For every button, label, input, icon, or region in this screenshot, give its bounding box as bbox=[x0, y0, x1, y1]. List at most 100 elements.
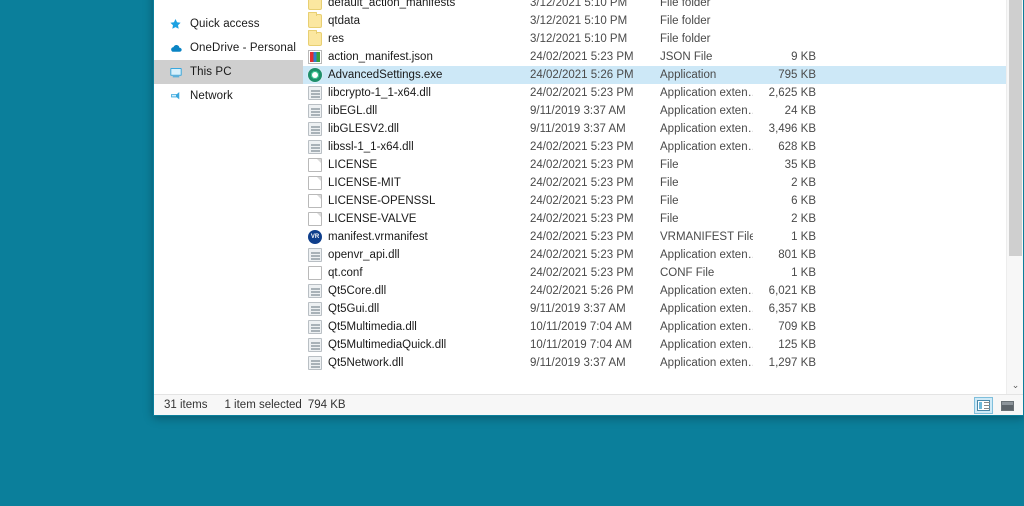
file-date-cell: 24/02/2021 5:23 PM bbox=[530, 87, 634, 99]
file-type-cell: Application exten… bbox=[660, 141, 753, 153]
file-date-cell: 9/11/2019 3:37 AM bbox=[530, 357, 626, 369]
file-type-cell: File folder bbox=[660, 15, 711, 27]
window-body: Quick access OneDrive - Personal This PC… bbox=[154, 0, 1023, 394]
sidebar-item-label: OneDrive - Personal bbox=[190, 42, 297, 54]
file-size-cell: 6,357 KB bbox=[768, 303, 816, 315]
table-row[interactable]: res 3/12/2021 5:10 PM File folder bbox=[303, 30, 1006, 48]
file-size-cell: 1 KB bbox=[791, 231, 816, 243]
table-row[interactable]: VR manifest.vrmanifest 24/02/2021 5:23 PM V… bbox=[303, 228, 1006, 246]
table-row[interactable]: LICENSE 24/02/2021 5:23 PM File 35 KB bbox=[303, 156, 1006, 174]
sidebar-item-network[interactable]: Network bbox=[154, 84, 303, 108]
table-row[interactable]: default_action_manifests 3/12/2021 5:10 P… bbox=[303, 0, 1006, 12]
file-type-cell: Application exten… bbox=[660, 285, 753, 297]
table-row[interactable]: libGLESV2.dll 9/11/2019 3:37 AM Applicatio… bbox=[303, 120, 1006, 138]
file-date-cell: 3/12/2021 5:10 PM bbox=[530, 15, 628, 27]
sidebar-item-label: Network bbox=[190, 90, 233, 102]
file-type-cell: Application bbox=[660, 69, 717, 81]
table-row[interactable]: LICENSE-VALVE 24/02/2021 5:23 PM File 2 KB bbox=[303, 210, 1006, 228]
table-row[interactable]: Qt5MultimediaQuick.dll 10/11/2019 7:04 AM… bbox=[303, 336, 1006, 354]
star-icon bbox=[168, 17, 183, 32]
file-type-cell: File folder bbox=[660, 0, 711, 9]
scrollbar-thumb[interactable] bbox=[1009, 0, 1022, 256]
file-name-cell: libssl-1_1-x64.dll bbox=[303, 138, 522, 156]
file-name-cell: Qt5Network.dll bbox=[303, 354, 522, 372]
file-name-cell: Qt5MultimediaQuick.dll bbox=[303, 336, 522, 354]
file-date-cell: 24/02/2021 5:23 PM bbox=[530, 231, 634, 243]
sidebar-item-quick-access[interactable]: Quick access bbox=[154, 12, 303, 36]
file-explorer-window: Quick access OneDrive - Personal This PC… bbox=[153, 0, 1024, 416]
details-view-button[interactable] bbox=[974, 397, 993, 414]
file-size-cell: 3,496 KB bbox=[768, 123, 816, 135]
file-size-cell: 2 KB bbox=[791, 177, 816, 189]
file-type-cell: File bbox=[660, 177, 679, 189]
table-row[interactable]: libEGL.dll 9/11/2019 3:37 AM Application e… bbox=[303, 102, 1006, 120]
file-name-label: libEGL.dll bbox=[328, 105, 378, 117]
dll-icon bbox=[308, 104, 322, 118]
file-type-cell: Application exten… bbox=[660, 339, 753, 351]
table-row[interactable]: openvr_api.dll 24/02/2021 5:23 PM Applicat… bbox=[303, 246, 1006, 264]
table-row[interactable]: Qt5Gui.dll 9/11/2019 3:37 AM Application e… bbox=[303, 300, 1006, 318]
file-name-cell: LICENSE-MIT bbox=[303, 174, 522, 192]
file-size-cell: 2 KB bbox=[791, 213, 816, 225]
table-row[interactable]: LICENSE-OPENSSL 24/02/2021 5:23 PM File 6 K… bbox=[303, 192, 1006, 210]
file-name-label: openvr_api.dll bbox=[328, 249, 400, 261]
file-type-cell: VRMANIFEST File bbox=[660, 231, 753, 243]
sidebar-item-label: This PC bbox=[190, 66, 232, 78]
file-size-cell: 628 KB bbox=[778, 141, 816, 153]
dll-icon bbox=[308, 302, 322, 316]
file-name-label: qt.conf bbox=[328, 267, 363, 279]
file-name-label: libcrypto-1_1-x64.dll bbox=[328, 87, 431, 99]
file-name-label: Qt5MultimediaQuick.dll bbox=[328, 339, 447, 351]
large-icons-view-button[interactable] bbox=[998, 397, 1017, 414]
gear-app-icon bbox=[308, 68, 322, 82]
table-row[interactable]: libcrypto-1_1-x64.dll 24/02/2021 5:23 PM A… bbox=[303, 84, 1006, 102]
file-type-cell: File bbox=[660, 213, 679, 225]
table-row[interactable]: LICENSE-MIT 24/02/2021 5:23 PM File 2 KB bbox=[303, 174, 1006, 192]
vr-manifest-icon: VR bbox=[308, 230, 322, 244]
file-type-cell: Application exten… bbox=[660, 105, 753, 117]
dll-icon bbox=[308, 356, 322, 370]
file-date-cell: 24/02/2021 5:23 PM bbox=[530, 195, 634, 207]
file-date-cell: 24/02/2021 5:26 PM bbox=[530, 285, 634, 297]
dll-icon bbox=[308, 86, 322, 100]
table-row[interactable]: Qt5Multimedia.dll 10/11/2019 7:04 AM Appli… bbox=[303, 318, 1006, 336]
file-size-cell: 1 KB bbox=[791, 267, 816, 279]
file-date-cell: 10/11/2019 7:04 AM bbox=[530, 321, 633, 333]
file-type-cell: Application exten… bbox=[660, 357, 753, 369]
sidebar-item-label: Quick access bbox=[190, 18, 260, 30]
json-file-icon bbox=[308, 50, 322, 64]
table-row[interactable]: Qt5Core.dll 24/02/2021 5:26 PM Application… bbox=[303, 282, 1006, 300]
scroll-down-arrow-icon[interactable]: ⌄ bbox=[1007, 377, 1023, 394]
file-date-cell: 24/02/2021 5:23 PM bbox=[530, 249, 634, 261]
sidebar-item-onedrive[interactable]: OneDrive - Personal bbox=[154, 36, 303, 60]
vertical-scrollbar[interactable]: ⌃ ⌄ bbox=[1006, 0, 1023, 394]
document-icon bbox=[308, 176, 322, 190]
file-name-label: libGLESV2.dll bbox=[328, 123, 399, 135]
table-row[interactable]: Qt5Network.dll 9/11/2019 3:37 AM Applicati… bbox=[303, 354, 1006, 372]
document-icon bbox=[308, 194, 322, 208]
file-rows-container: default_action_manifests 3/12/2021 5:10 P… bbox=[303, 0, 1006, 394]
file-size-cell: 125 KB bbox=[778, 339, 816, 351]
file-type-cell: JSON File bbox=[660, 51, 713, 63]
file-name-label: Qt5Gui.dll bbox=[328, 303, 380, 315]
table-row[interactable]: action_manifest.json 24/02/2021 5:23 PM JS… bbox=[303, 48, 1006, 66]
file-type-cell: File bbox=[660, 159, 679, 171]
file-size-cell: 24 KB bbox=[784, 105, 816, 117]
table-row[interactable]: qt.conf 24/02/2021 5:23 PM CONF File 1 KB bbox=[303, 264, 1006, 282]
file-type-cell: Application exten… bbox=[660, 303, 753, 315]
table-row[interactable]: AdvancedSettings.exe 24/02/2021 5:26 PM Ap… bbox=[303, 66, 1006, 84]
dll-icon bbox=[308, 338, 322, 352]
document-icon bbox=[308, 158, 322, 172]
file-name-label: AdvancedSettings.exe bbox=[328, 69, 443, 81]
table-row[interactable]: qtdata 3/12/2021 5:10 PM File folder bbox=[303, 12, 1006, 30]
file-type-cell: Application exten… bbox=[660, 249, 753, 261]
file-name-label: libssl-1_1-x64.dll bbox=[328, 141, 414, 153]
sidebar-item-this-pc[interactable]: This PC bbox=[154, 60, 303, 84]
file-type-cell: File folder bbox=[660, 33, 711, 45]
file-size-cell bbox=[753, 12, 825, 30]
file-size-cell: 795 KB bbox=[778, 69, 816, 81]
file-name-label: action_manifest.json bbox=[328, 51, 433, 63]
file-name-label: Qt5Core.dll bbox=[328, 285, 387, 297]
details-view-icon bbox=[977, 400, 990, 411]
table-row[interactable]: libssl-1_1-x64.dll 24/02/2021 5:23 PM Appl… bbox=[303, 138, 1006, 156]
